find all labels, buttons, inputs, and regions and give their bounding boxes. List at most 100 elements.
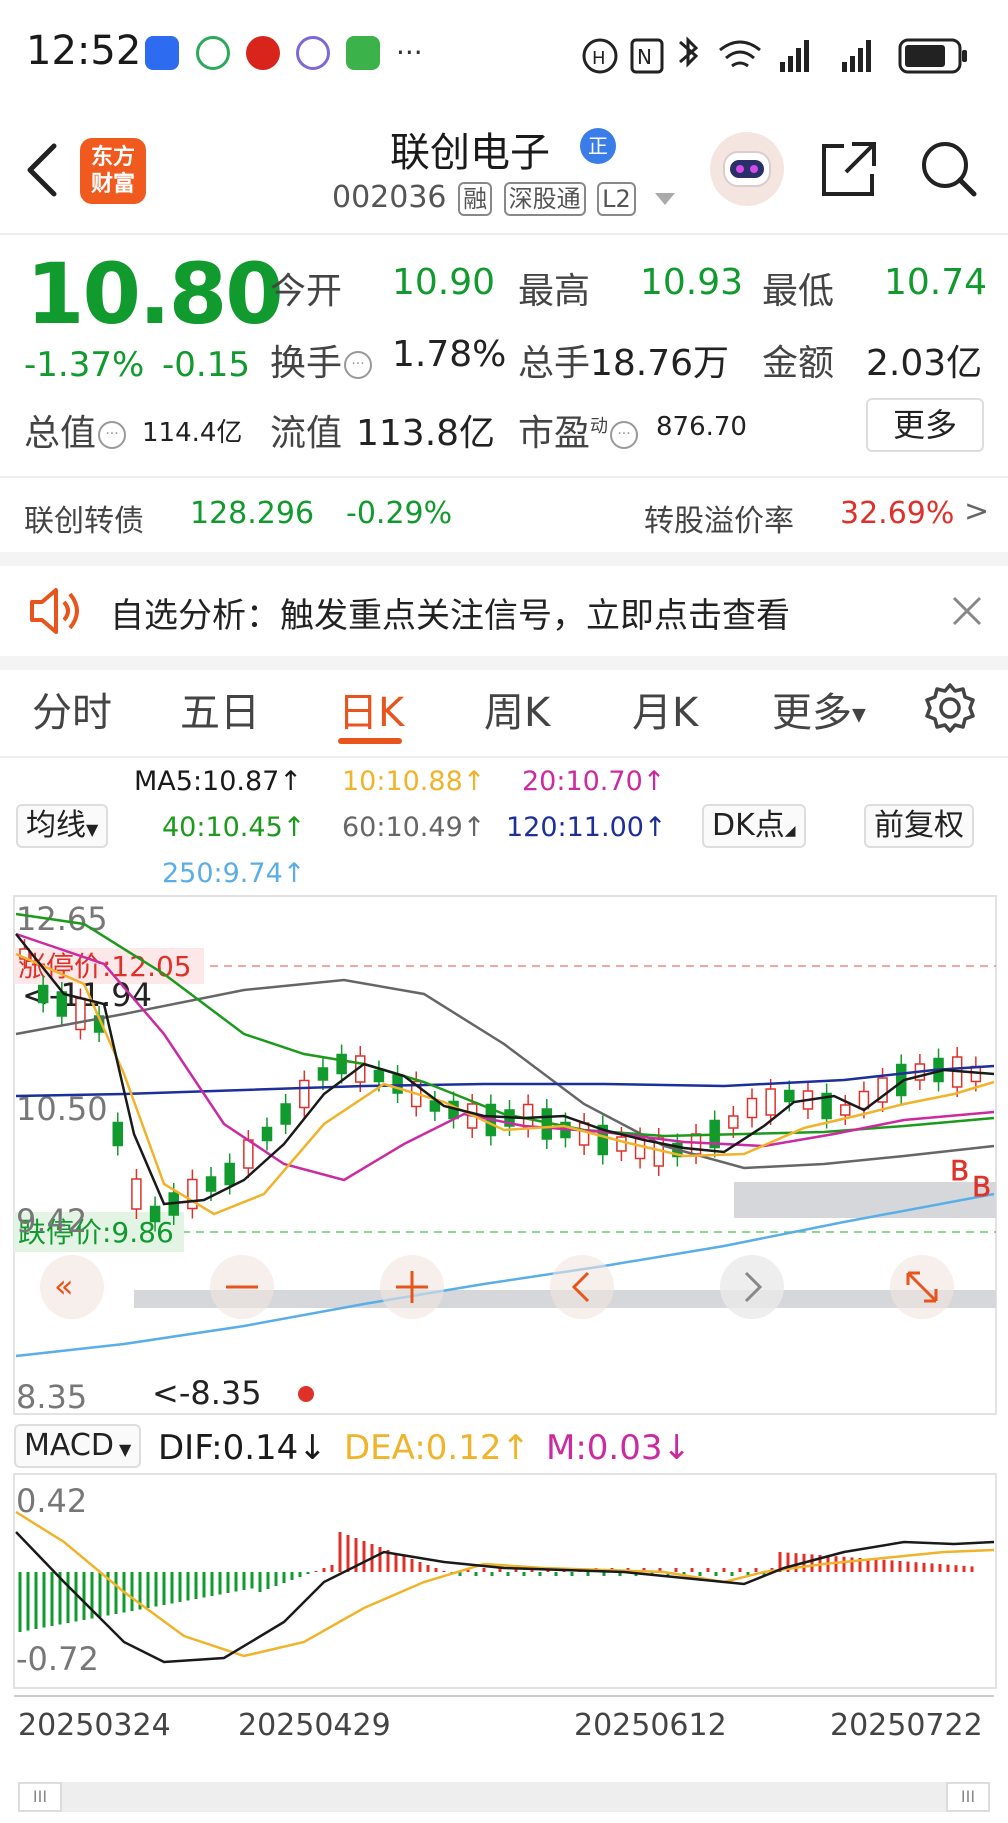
candle	[840, 1104, 851, 1116]
stock-code: 002036	[332, 180, 447, 215]
candle	[261, 1126, 273, 1142]
scroll-left-button[interactable]	[550, 1255, 614, 1319]
tab-monthly-k[interactable]: 月K	[632, 680, 698, 738]
status-time: 12:52	[26, 28, 142, 74]
more-notifications-icon: ···	[396, 36, 423, 69]
buy-signal-marker: B	[972, 1170, 991, 1203]
double-left-icon: «	[54, 1267, 74, 1305]
macd-m: M:0.03↓	[546, 1428, 691, 1468]
app-notification-icon	[296, 36, 330, 70]
ai-assistant-icon[interactable]	[710, 132, 784, 206]
close-icon[interactable]	[950, 594, 984, 628]
low-value: 10.74	[884, 262, 988, 303]
turnover-label[interactable]: 换手 ···	[270, 334, 373, 386]
amount-label: 金额	[762, 343, 835, 384]
macd-y-top: 0.42	[16, 1482, 87, 1520]
candle	[205, 1176, 217, 1192]
chevron-down-icon: ▼	[86, 820, 99, 839]
last-price: 10.80	[26, 245, 284, 343]
premium-value: 32.69%	[840, 496, 955, 531]
y-label-low: 9.42	[16, 1202, 87, 1240]
stock-header: 东方 财富 联创电子 正 002036 融 深股通 L2	[0, 110, 1008, 235]
x-label-3: 20250612	[574, 1708, 727, 1743]
kline-chart[interactable]: 涨停价:12.05 跌停价:9.86 12.65 10.50 9.42 8.35…	[4, 894, 1004, 1418]
more-quote-button[interactable]: 更多	[866, 398, 984, 452]
high-value: 10.93	[640, 262, 744, 303]
info-icon: ···	[610, 421, 639, 449]
pe-value: 876.70	[656, 412, 747, 442]
range-scrollbar[interactable]: III III	[18, 1782, 990, 1812]
candle	[522, 1103, 534, 1129]
candle	[616, 1136, 627, 1152]
tab-five-day[interactable]: 五日	[180, 680, 260, 738]
tab-intraday[interactable]: 分时	[32, 680, 112, 738]
candle	[858, 1090, 870, 1110]
app-notification-icon	[145, 36, 179, 70]
corner-triangle-icon: ◢	[784, 823, 796, 839]
mktcap-label[interactable]: 总值 ···	[24, 404, 127, 456]
scroll-right-button[interactable]	[720, 1255, 784, 1319]
chevron-down-icon: ▼	[113, 1440, 132, 1459]
macd-y-bottom: -0.72	[16, 1640, 99, 1678]
ma5-label: MA5:10.87↑	[134, 766, 302, 797]
float-label: 流值	[270, 413, 343, 454]
tab-daily-k[interactable]: 日K	[338, 680, 404, 738]
tab-more[interactable]: 更多▼	[772, 680, 866, 738]
candle	[765, 1088, 776, 1116]
y-label-top: 12.65	[16, 900, 108, 938]
candle	[336, 1053, 347, 1075]
status-icons: H N	[582, 36, 967, 74]
dk-point-button[interactable]: DK点◢	[702, 804, 806, 848]
stock-code-line[interactable]: 002036 融 深股通 L2	[332, 180, 676, 216]
candle	[299, 1079, 310, 1109]
back-arrow-icon[interactable]	[22, 140, 62, 200]
forward-adjust-button[interactable]: 前复权	[864, 804, 974, 848]
chevron-down-icon	[655, 192, 676, 205]
scroll-handle-right[interactable]: III	[946, 1782, 990, 1812]
ma250-label: 250:9.74↑	[162, 858, 306, 889]
search-icon[interactable]	[918, 138, 980, 200]
notice-bar[interactable]: 自选分析：触发重点关注信号，立即点击查看	[0, 566, 1008, 656]
candle	[280, 1103, 291, 1125]
convertible-bond-row[interactable]: 联创转债 128.296 -0.29% 转股溢价率 32.69% >	[0, 478, 1008, 550]
x-label-2: 20250429	[238, 1708, 391, 1743]
ma60-label: 60:10.49↑	[342, 812, 486, 843]
float-value: 113.8亿	[356, 413, 496, 454]
candle	[149, 1205, 161, 1223]
min-price-marker: <-8.35	[152, 1374, 262, 1412]
ma-mode-select[interactable]: 均线▼	[16, 804, 109, 848]
stock-name: 联创电子	[390, 130, 550, 176]
volume-label: 总手	[518, 343, 591, 384]
latest-dot	[298, 1386, 314, 1402]
low-label: 最低	[762, 271, 835, 312]
section-gap	[0, 552, 1008, 566]
candle	[56, 991, 68, 1017]
tab-weekly-k[interactable]: 周K	[484, 680, 550, 738]
svg-text:H: H	[592, 48, 606, 69]
bond-change: -0.29%	[346, 496, 453, 531]
buy-signal-marker: B	[950, 1154, 969, 1187]
candle	[728, 1115, 739, 1129]
candle	[112, 1121, 124, 1147]
chevron-right-icon: >	[964, 494, 990, 529]
chevron-down-icon: ▼	[852, 704, 866, 726]
ma40-label: 40:10.45↑	[162, 812, 306, 843]
change-amount: -0.15	[162, 345, 250, 385]
section-gap	[0, 656, 1008, 670]
macd-dif: DIF:0.14↓	[158, 1428, 327, 1468]
app-logo[interactable]: 东方 财富	[80, 138, 146, 204]
scroll-handle-left[interactable]: III	[18, 1782, 62, 1812]
x-label-4: 20250722	[830, 1708, 983, 1743]
turnover-value: 1.78%	[392, 334, 507, 375]
indicator-select[interactable]: MACD ▼	[14, 1424, 142, 1468]
share-icon[interactable]	[818, 138, 880, 200]
macd-chart[interactable]: 0.42 -0.72	[4, 1472, 1004, 1692]
candle	[578, 1122, 590, 1146]
app-notification-icon	[346, 36, 380, 70]
mktcap-value: 114.4亿	[142, 418, 243, 448]
divider	[0, 756, 1008, 758]
amount-value: 2.03亿	[866, 343, 983, 384]
candle	[746, 1097, 758, 1119]
settings-gear-icon[interactable]	[924, 682, 976, 734]
pe-label[interactable]: 市盈动 ···	[518, 404, 639, 456]
